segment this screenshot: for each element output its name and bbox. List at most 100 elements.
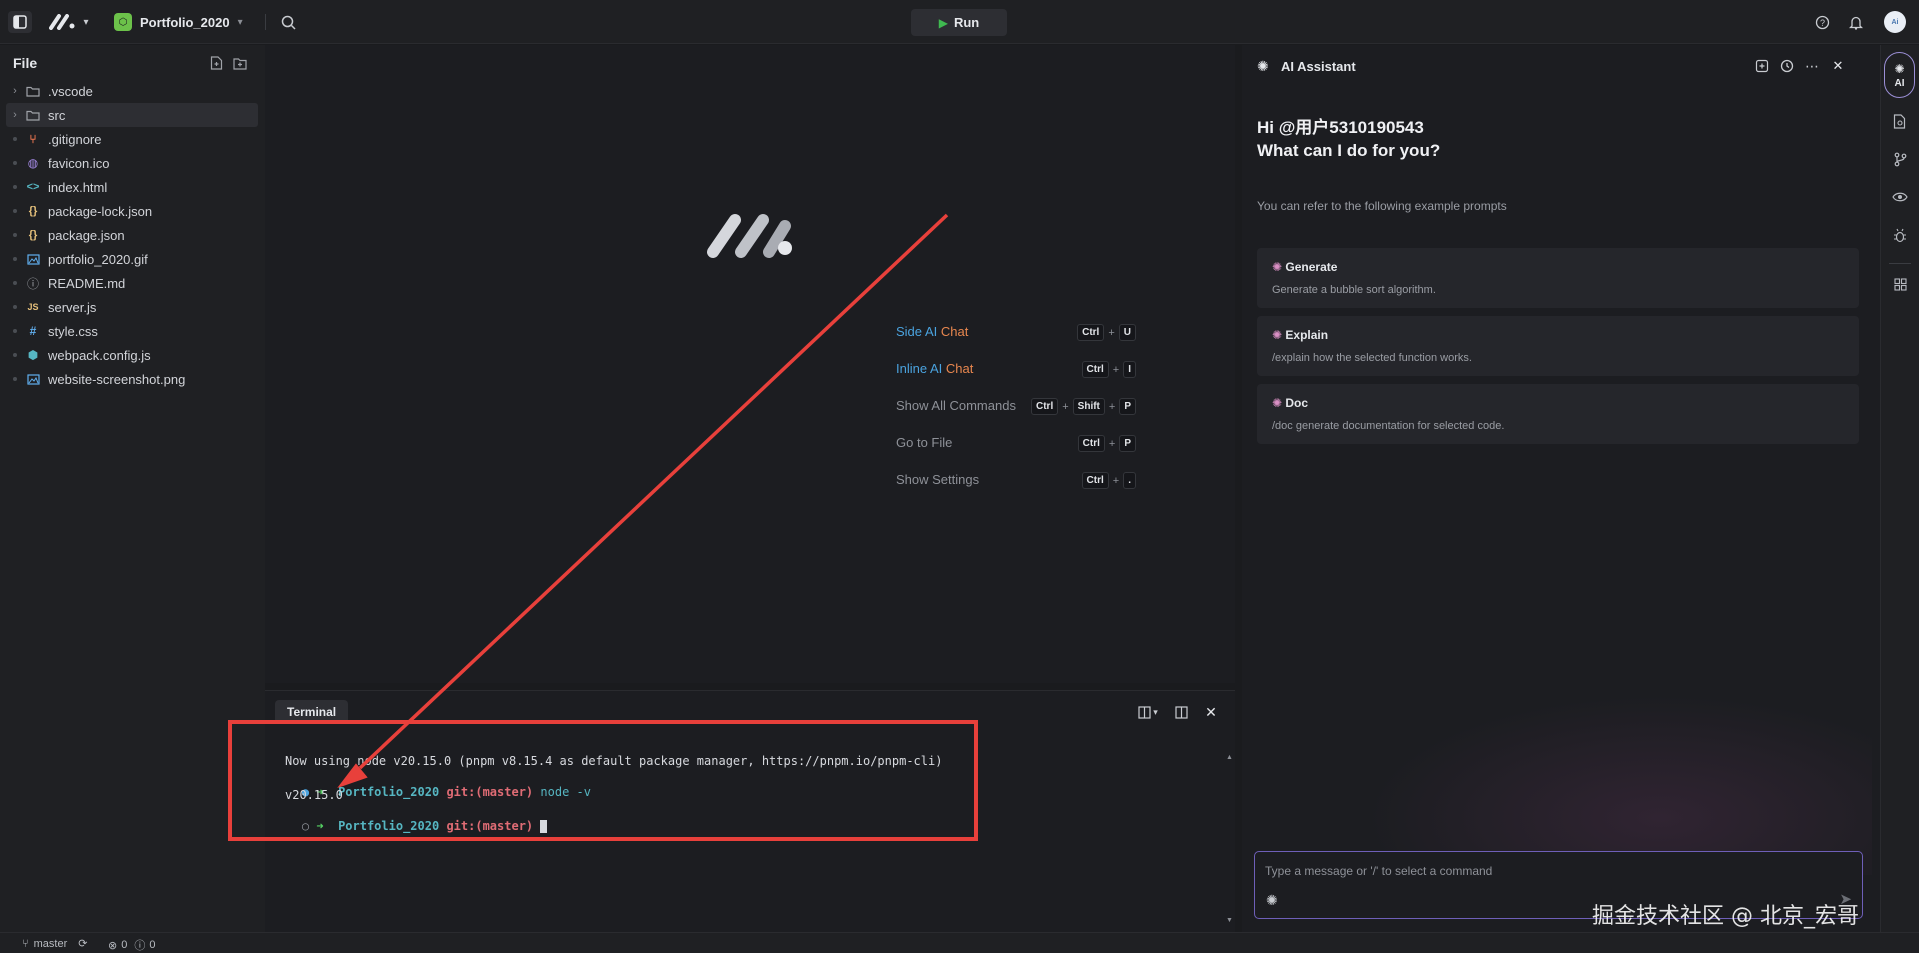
image-icon bbox=[24, 372, 42, 386]
divider bbox=[265, 14, 266, 30]
divider bbox=[1889, 263, 1911, 264]
prompt-description: /explain how the selected function works… bbox=[1272, 352, 1472, 364]
dot-icon bbox=[6, 137, 24, 141]
braces-icon: {} bbox=[28, 205, 38, 217]
git-branch-icon[interactable] bbox=[1889, 148, 1911, 170]
sparkle-icon: ✺ bbox=[1894, 61, 1905, 76]
dot-icon bbox=[6, 353, 24, 357]
dot-icon bbox=[6, 305, 24, 309]
code-icon: <> bbox=[26, 181, 40, 193]
play-icon: ▶ bbox=[938, 15, 948, 30]
plus-separator: + bbox=[1112, 363, 1120, 376]
project-selector[interactable]: ⬡ Portfolio_2020 ▾ bbox=[114, 12, 243, 32]
close-panel-icon[interactable]: ✕ bbox=[1829, 57, 1847, 75]
tree-item-label: style.css bbox=[48, 323, 98, 339]
avatar[interactable]: Ai bbox=[1884, 11, 1906, 33]
plus-separator: + bbox=[1062, 400, 1069, 413]
shortcut-row[interactable]: Side AI Chat Ctrl + U bbox=[896, 324, 1136, 346]
tree-file[interactable]: {} package-lock.json bbox=[6, 199, 258, 223]
dot-icon bbox=[6, 161, 24, 165]
warning-icon: ⓘ bbox=[134, 940, 146, 952]
preview-eye-icon[interactable] bbox=[1889, 186, 1911, 208]
ai-assistant-panel: ✺ AI Assistant ⋯ ✕ Hi @用户5310190543 What… bbox=[1242, 45, 1880, 932]
new-folder-icon[interactable] bbox=[232, 55, 248, 71]
prompt-title: ✺ Explain bbox=[1272, 328, 1328, 342]
shortcut-label: Show Settings bbox=[896, 472, 979, 487]
shortcut-keys: Ctrl + I bbox=[1081, 361, 1136, 378]
branch-name: master bbox=[33, 937, 68, 950]
debug-bug-icon[interactable] bbox=[1889, 224, 1911, 246]
run-button[interactable]: ▶ Run bbox=[911, 9, 1007, 36]
app-logo-icon[interactable]: ▾ bbox=[46, 12, 92, 32]
greeting-user: Hi @用户5310190543 bbox=[1257, 118, 1424, 137]
tree-file[interactable]: {} package.json bbox=[6, 223, 258, 247]
bell-icon[interactable] bbox=[1847, 13, 1865, 31]
problems-status[interactable]: ⊗ 0 ⓘ 0 bbox=[108, 937, 155, 953]
top-bar: ▾ ⬡ Portfolio_2020 ▾ ▶ Run ? Ai bbox=[0, 0, 1919, 44]
tree-file[interactable]: <> index.html bbox=[6, 175, 258, 199]
sparkle-icon[interactable]: ✺ bbox=[1266, 892, 1278, 909]
tree-folder[interactable]: › .vscode bbox=[6, 79, 258, 103]
shortcut-label: Go to File bbox=[896, 435, 952, 450]
shortcut-label-text: Show All Commands bbox=[896, 398, 1016, 413]
tree-file[interactable]: website-screenshot.png bbox=[6, 367, 258, 391]
new-chat-icon[interactable] bbox=[1753, 57, 1771, 75]
more-options-icon[interactable]: ⋯ bbox=[1803, 57, 1821, 75]
tree-file[interactable]: portfolio_2020.gif bbox=[6, 247, 258, 271]
tree-folder[interactable]: › src bbox=[6, 103, 258, 127]
warning-count: 0 bbox=[149, 939, 156, 951]
example-prompt-card[interactable]: ✺ Explain/explain how the selected funct… bbox=[1257, 316, 1859, 376]
tree-item-label: portfolio_2020.gif bbox=[48, 251, 148, 267]
editor-welcome: Side AI Chat Ctrl + U Inline AI Chat Ctrl + I Sh… bbox=[265, 45, 1235, 683]
shortcut-row[interactable]: Go to File Ctrl + P bbox=[896, 435, 1136, 457]
example-prompt-card[interactable]: ✺ Doc/doc generate documentation for sel… bbox=[1257, 384, 1859, 444]
help-icon[interactable]: ? bbox=[1813, 13, 1831, 31]
braces-icon: {} bbox=[28, 229, 38, 241]
extensions-grid-icon[interactable] bbox=[1889, 273, 1911, 295]
project-name: Portfolio_2020 bbox=[140, 14, 230, 30]
tree-file[interactable]: ⓘ README.md bbox=[6, 271, 258, 295]
tree-file[interactable]: ◍ favicon.ico bbox=[6, 151, 258, 175]
tree-file[interactable]: ⑂ .gitignore bbox=[6, 127, 258, 151]
svg-text:?: ? bbox=[1819, 18, 1824, 28]
tree-file[interactable]: # style.css bbox=[6, 319, 258, 343]
split-terminal-icon[interactable]: ▾ bbox=[1135, 703, 1161, 721]
shortcut-row[interactable]: Show Settings Ctrl +. bbox=[896, 472, 1136, 494]
toggle-sidebar-icon[interactable] bbox=[8, 11, 32, 33]
example-prompt-card[interactable]: ✺ Generate Generate a bubble sort algorit… bbox=[1257, 248, 1859, 308]
plus-separator: + bbox=[1108, 400, 1116, 413]
prompt-title-text: Generate bbox=[1285, 260, 1338, 274]
key-cap: Ctrl bbox=[1081, 472, 1109, 489]
sync-icon[interactable]: ⟳ bbox=[78, 937, 87, 950]
shortcut-keys: Ctrl +. bbox=[1081, 472, 1136, 489]
shortcut-keys: Ctrl + Shift + P bbox=[1031, 398, 1136, 415]
git-branch-status[interactable]: ⑂ master ⟳ bbox=[22, 937, 87, 951]
shortcut-keys: Ctrl + U bbox=[1077, 324, 1136, 341]
history-icon[interactable] bbox=[1778, 57, 1796, 75]
chevron-down-icon: ▾ bbox=[83, 16, 89, 28]
shortcut-row[interactable]: Inline AI Chat Ctrl + I bbox=[896, 361, 1136, 383]
new-file-icon[interactable] bbox=[208, 55, 224, 71]
shortcut-row[interactable]: Show All Commands Ctrl + Shift + P bbox=[896, 398, 1136, 420]
close-terminal-icon[interactable]: ✕ bbox=[1202, 703, 1220, 721]
ai-panel-title: AI Assistant bbox=[1281, 59, 1356, 74]
ai-activity-button[interactable]: ✺ AI bbox=[1884, 52, 1915, 98]
tree-item-label: server.js bbox=[48, 299, 97, 315]
greeting-question: What can I do for you? bbox=[1257, 141, 1441, 160]
layout-icon[interactable] bbox=[1172, 703, 1190, 721]
shortcut-label-text: Go to File bbox=[896, 435, 953, 450]
tree-file[interactable]: ⬢ webpack.config.js bbox=[6, 343, 258, 367]
shortcut-label: Show All Commands bbox=[896, 398, 1016, 413]
chat-input-placeholder: Type a message or '/' to select a comman… bbox=[1265, 864, 1493, 878]
file-search-icon[interactable] bbox=[1889, 110, 1911, 132]
key-cap: Ctrl bbox=[1081, 361, 1109, 378]
dot-icon bbox=[6, 281, 24, 285]
shortcut-label-chat: Chat bbox=[940, 324, 969, 339]
search-icon[interactable] bbox=[278, 12, 298, 32]
tree-file[interactable]: JS server.js bbox=[6, 295, 258, 319]
key-cap: P bbox=[1119, 398, 1136, 415]
shortcut-label-text: Show Settings bbox=[896, 472, 980, 487]
key-cap: Ctrl bbox=[1077, 324, 1105, 341]
terminal-scrollbar[interactable]: ▲ ▼ bbox=[1226, 754, 1233, 924]
shortcut-keys: Ctrl + P bbox=[1077, 435, 1136, 452]
